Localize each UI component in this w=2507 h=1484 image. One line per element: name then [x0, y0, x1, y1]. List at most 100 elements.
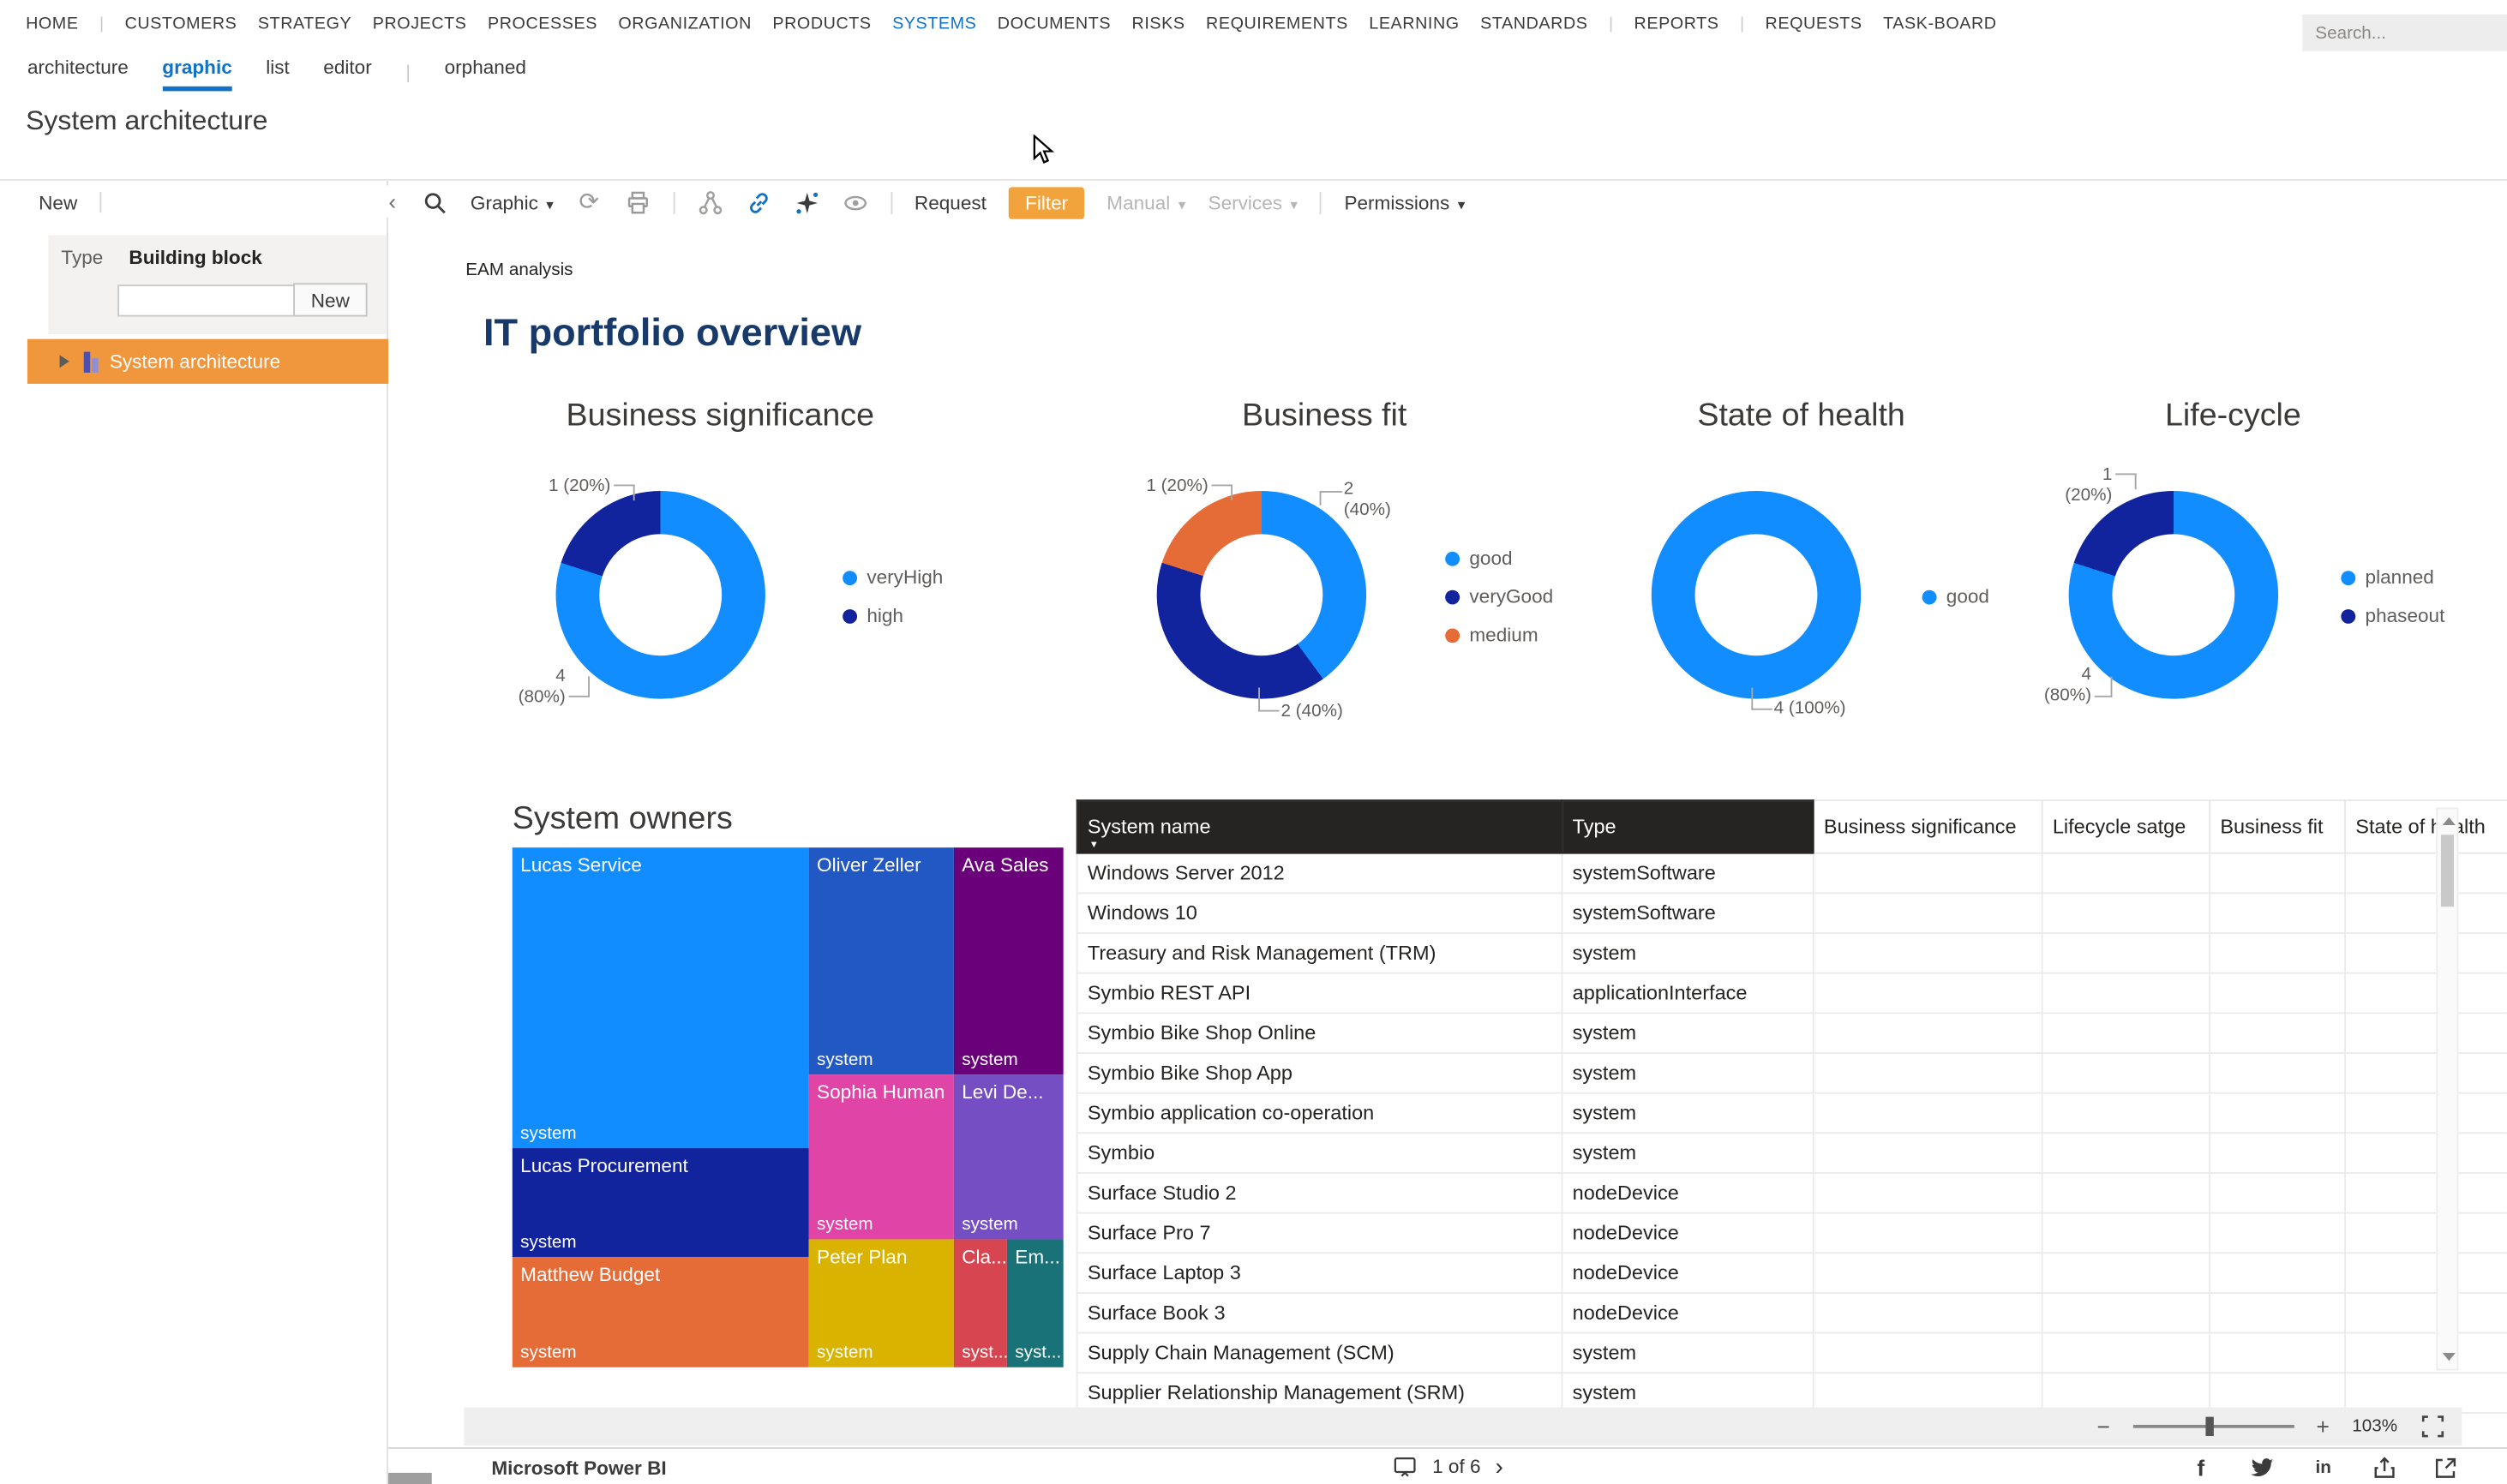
table-row[interactable]: Surface Laptop 3nodeDevice — [1077, 1253, 2507, 1293]
column-header-lifecycle-satge[interactable]: Lifecycle satge — [2042, 800, 2210, 853]
nav-item-requests[interactable]: REQUESTS — [1766, 15, 1862, 33]
column-header-business-fit[interactable]: Business fit — [2210, 800, 2345, 853]
facebook-icon[interactable] — [2188, 1455, 2214, 1481]
horizontal-scrollbar[interactable] — [388, 1473, 432, 1484]
column-header-business-significance[interactable]: Business significance — [1814, 800, 2042, 853]
treemap-tile[interactable]: Oliver Zellersystem — [809, 847, 954, 1074]
table-row[interactable]: Windows Server 2012systemSoftware — [1077, 853, 2507, 894]
search-icon[interactable] — [423, 189, 448, 215]
data-label: 1 (20%) — [1125, 476, 1209, 497]
nav-item-strategy[interactable]: STRATEGY — [258, 15, 351, 33]
scrollbar-thumb[interactable] — [2441, 835, 2454, 907]
sub-nav-items: architecturegraphiclisteditor|orphaned — [27, 56, 526, 91]
nav-item-systems[interactable]: SYSTEMS — [892, 15, 976, 33]
collapse-sidebar-chevron[interactable] — [381, 186, 405, 218]
nav-item-learning[interactable]: LEARNING — [1369, 15, 1459, 33]
building-block-name-input[interactable] — [117, 284, 299, 316]
column-header-state-of-health[interactable]: State of health — [2345, 800, 2507, 853]
sidebar-new-button[interactable]: New — [39, 191, 77, 213]
fullscreen-icon[interactable] — [2420, 1414, 2445, 1439]
donut-business-significance[interactable] — [556, 491, 765, 699]
treemap-tile[interactable]: Peter Plansystem — [809, 1239, 954, 1367]
nav-item-customers[interactable]: CUSTOMERS — [125, 15, 237, 33]
scroll-up-icon[interactable] — [2443, 817, 2456, 825]
tree-item-system-architecture[interactable]: System architecture — [27, 339, 388, 384]
linkedin-icon[interactable] — [2311, 1455, 2336, 1481]
subnav-item-graphic[interactable]: graphic — [162, 56, 231, 91]
nav-item-risks[interactable]: RISKS — [1132, 15, 1185, 33]
donut-business-fit[interactable] — [1157, 491, 1366, 699]
permissions-dropdown[interactable]: Permissions — [1344, 191, 1465, 213]
nav-item-home[interactable]: HOME — [26, 15, 78, 33]
subnav-item-editor[interactable]: editor — [323, 56, 371, 91]
legend-item[interactable]: good — [1445, 539, 1553, 577]
table-row[interactable]: Supply Chain Management (SCM)system — [1077, 1333, 2507, 1373]
treemap-tile[interactable]: Lucas Servicesystem — [513, 847, 809, 1148]
legend-item[interactable]: high — [843, 596, 943, 635]
subnav-item-list[interactable]: list — [266, 56, 290, 91]
scroll-down-icon[interactable] — [2443, 1353, 2456, 1361]
treemap-tile[interactable]: Levi De...system — [954, 1074, 1064, 1239]
treemap-tile[interactable]: Lucas Procurementsystem — [513, 1148, 809, 1257]
legend-item[interactable]: phaseout — [2341, 596, 2444, 635]
table-row[interactable]: Symbio Bike Shop Onlinesystem — [1077, 1013, 2507, 1053]
table-row[interactable]: Windows 10systemSoftware — [1077, 893, 2507, 933]
nav-item-requirements[interactable]: REQUIREMENTS — [1206, 15, 1348, 33]
link-icon[interactable] — [746, 189, 771, 215]
new-building-block-button[interactable]: New — [293, 283, 367, 316]
table-row[interactable]: Surface Book 3nodeDevice — [1077, 1293, 2507, 1333]
subnav-item-orphaned[interactable]: orphaned — [445, 56, 526, 91]
request-button[interactable]: Request — [915, 191, 987, 213]
twitter-icon[interactable] — [2249, 1455, 2275, 1481]
legend-item[interactable]: good — [1922, 577, 1989, 616]
graphic-dropdown[interactable]: Graphic — [471, 191, 554, 213]
treemap-tile[interactable]: Sophia Humansystem — [809, 1074, 954, 1239]
share-icon[interactable] — [2372, 1455, 2397, 1481]
nav-item-documents[interactable]: DOCUMENTS — [998, 15, 1111, 33]
zoom-in-button[interactable] — [2317, 1415, 2330, 1438]
nav-item-reports[interactable]: REPORTS — [1634, 15, 1719, 33]
table-row[interactable]: Surface Studio 2nodeDevice — [1077, 1173, 2507, 1213]
next-page-button[interactable] — [1495, 1454, 1502, 1478]
column-header-system-name[interactable]: System name — [1077, 800, 1562, 853]
nav-item-products[interactable]: PRODUCTS — [772, 15, 871, 33]
slider-thumb[interactable] — [2205, 1417, 2213, 1436]
search-input[interactable] — [2302, 15, 2507, 51]
print-icon[interactable] — [625, 189, 651, 215]
nav-item-organization[interactable]: ORGANIZATION — [618, 15, 752, 33]
table-row[interactable]: Symbio Bike Shop Appsystem — [1077, 1053, 2507, 1093]
table-row[interactable]: Surface Pro 7nodeDevice — [1077, 1213, 2507, 1254]
eye-icon[interactable] — [842, 189, 867, 215]
legend-item[interactable]: planned — [2341, 558, 2444, 596]
nav-item-standards[interactable]: STANDARDS — [1480, 15, 1587, 33]
treemap-tile[interactable]: Matthew Budgetsystem — [513, 1257, 809, 1367]
star-icon[interactable] — [794, 189, 819, 215]
table-row[interactable]: Treasury and Risk Management (TRM)system — [1077, 933, 2507, 973]
treemap-tile[interactable]: Cla...syst... — [954, 1239, 1007, 1367]
zoom-out-button[interactable] — [2097, 1415, 2110, 1438]
table-row[interactable]: Symbio application co-operationsystem — [1077, 1093, 2507, 1134]
column-header-type[interactable]: Type — [1562, 800, 1813, 853]
filter-button[interactable]: Filter — [1009, 186, 1084, 218]
treemap-tile[interactable]: Ava Salessystem — [954, 847, 1064, 1074]
hierarchy-icon[interactable] — [697, 189, 723, 215]
treemap-tile[interactable]: Em...syst... — [1007, 1239, 1064, 1367]
legend-item[interactable]: veryGood — [1445, 577, 1553, 616]
expand-triangle-icon[interactable] — [60, 355, 69, 368]
zoom-slider[interactable] — [2132, 1415, 2294, 1438]
table-row[interactable]: Symbio REST APIapplicationInterface — [1077, 973, 2507, 1014]
legend-item[interactable]: veryHigh — [843, 558, 943, 596]
legend-item[interactable]: medium — [1445, 616, 1553, 655]
subnav-item-architecture[interactable]: architecture — [27, 56, 129, 91]
table-row[interactable]: Symbiosystem — [1077, 1133, 2507, 1173]
table-scrollbar[interactable] — [2436, 808, 2458, 1371]
donut-life-cycle[interactable] — [2069, 491, 2278, 699]
services-dropdown[interactable]: Services — [1209, 191, 1298, 213]
manual-dropdown[interactable]: Manual — [1107, 191, 1185, 213]
nav-item-projects[interactable]: PROJECTS — [373, 15, 467, 33]
nav-item-processes[interactable]: PROCESSES — [488, 15, 597, 33]
popout-icon[interactable] — [2432, 1455, 2458, 1481]
nav-item-task-board[interactable]: TASK-BOARD — [1883, 15, 1996, 33]
refresh-icon[interactable]: ⟳ — [576, 189, 602, 215]
donut-state-of-health[interactable] — [1652, 491, 1861, 699]
